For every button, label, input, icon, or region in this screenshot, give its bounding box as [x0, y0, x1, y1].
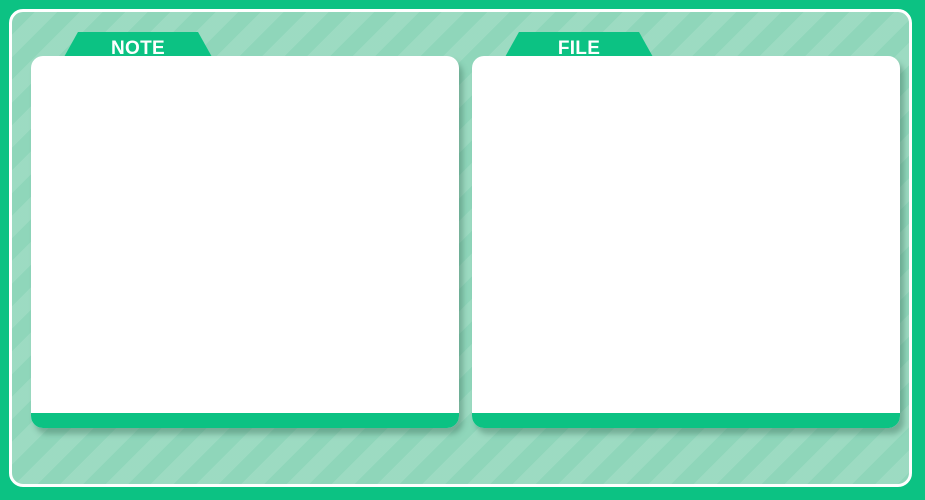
- file-footer-bar: [472, 413, 900, 428]
- note-footer-bar: [31, 413, 459, 428]
- file-content-area[interactable]: [472, 56, 900, 428]
- note-content-area[interactable]: [31, 56, 459, 428]
- file-panel: FILE: [472, 12, 900, 442]
- note-panel: NOTE: [31, 12, 459, 442]
- main-frame: NOTE FILE: [9, 9, 912, 487]
